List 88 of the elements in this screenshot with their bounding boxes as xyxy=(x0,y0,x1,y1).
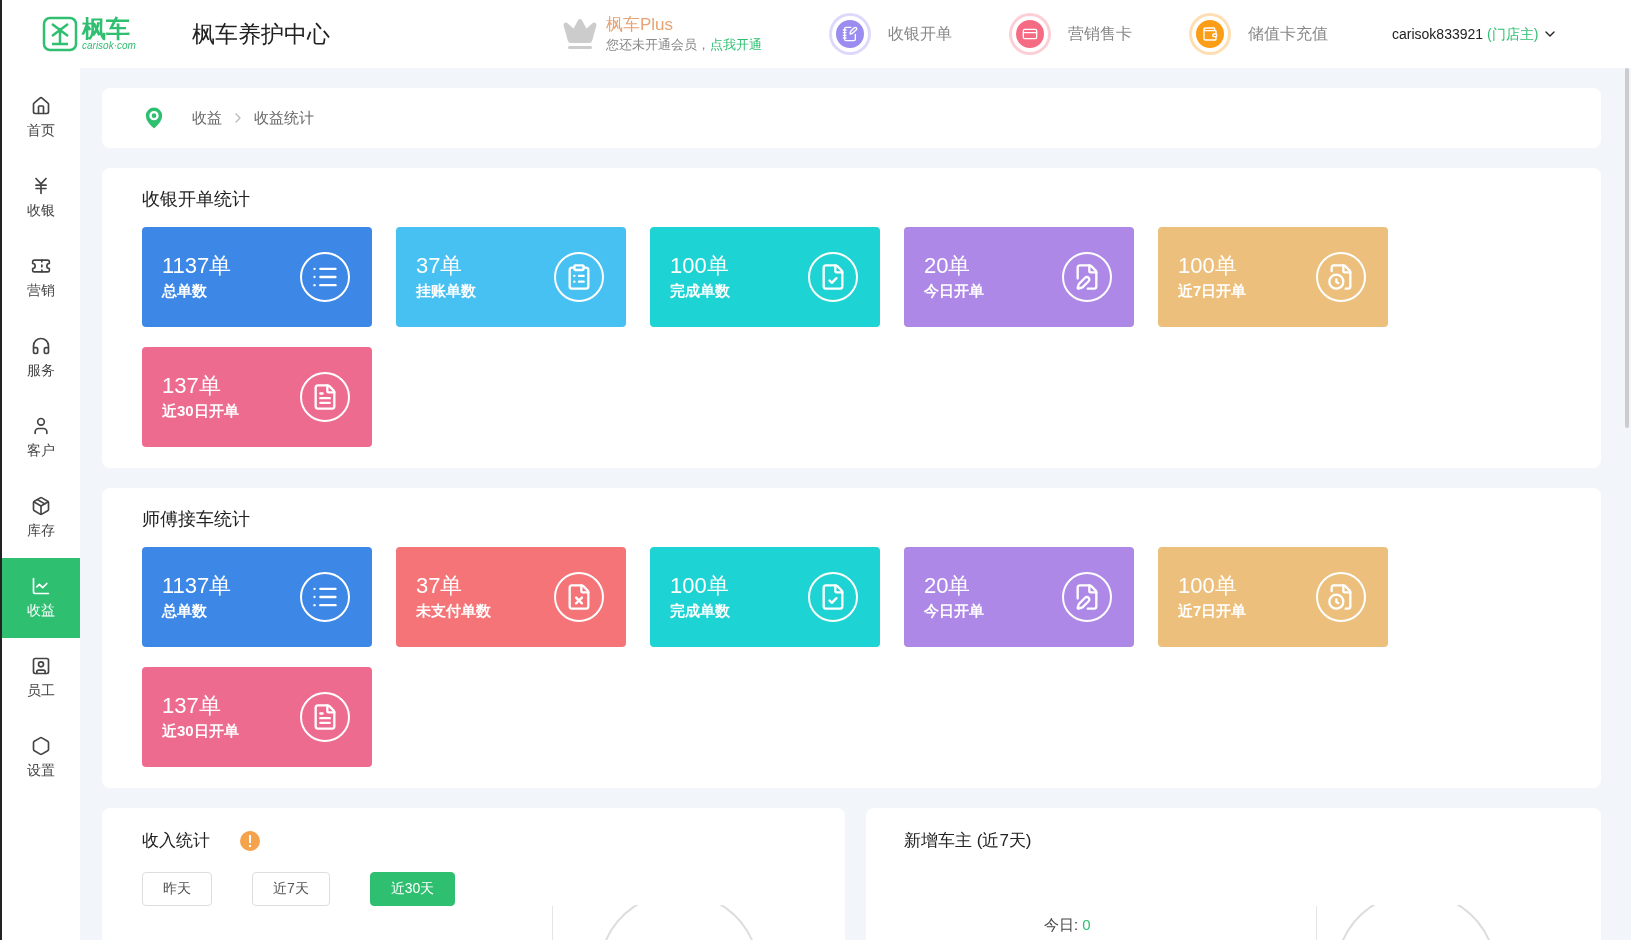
breadcrumb-item: 收益统计 xyxy=(254,107,314,128)
stat-value: 37单 xyxy=(416,572,464,600)
stat-label: 今日开单 xyxy=(924,600,984,621)
document-icon xyxy=(300,692,350,742)
stat-value: 100单 xyxy=(670,252,730,280)
range-button[interactable]: 近7天 xyxy=(252,871,330,906)
sidebar-item[interactable]: 收银 xyxy=(2,158,80,238)
list-icon xyxy=(300,572,350,622)
box-icon xyxy=(31,495,51,516)
stat-value: 20单 xyxy=(924,252,972,280)
stat-label: 总单数 xyxy=(162,280,208,301)
user-icon xyxy=(31,415,51,436)
panel-title: 收银开单统计 xyxy=(142,188,251,211)
quick-action-button[interactable]: 收银开单 xyxy=(832,16,1012,52)
stat-value: 1137单 xyxy=(162,252,232,280)
sidebar-item[interactable]: 库存 xyxy=(2,478,80,558)
stat-label: 完成单数 xyxy=(670,600,730,621)
warning-icon xyxy=(240,830,260,851)
stat-card[interactable]: 1137单 总单数 xyxy=(142,547,372,647)
user-role: (门店主) xyxy=(1487,24,1539,44)
sidebar-item[interactable]: 设置 xyxy=(2,718,80,798)
home-icon xyxy=(31,95,51,116)
stat-value: 100单 xyxy=(1178,252,1238,280)
panel-title: 新增车主 (近7天) xyxy=(904,830,1033,852)
stat-card[interactable]: 100单 完成单数 xyxy=(650,547,880,647)
panel-title: 师傅接车统计 xyxy=(142,508,251,531)
stat-card[interactable]: 137单 近30日开单 xyxy=(142,347,372,447)
person-icon xyxy=(31,655,51,676)
membership-note: 您还未开通会员，点我开通 xyxy=(606,35,762,54)
stat-label: 总单数 xyxy=(162,600,208,621)
plus-title: 枫车Plus xyxy=(606,13,675,35)
document-edit-icon xyxy=(1062,252,1112,302)
stat-value: 100单 xyxy=(1178,572,1238,600)
stat-card[interactable]: 100单 完成单数 xyxy=(650,227,880,327)
sidebar-item[interactable]: 首页 xyxy=(2,78,80,158)
today-label: 今日: xyxy=(1044,914,1079,935)
stat-label: 今日开单 xyxy=(924,280,984,301)
quick-action-button[interactable]: 营销售卡 xyxy=(1012,16,1192,52)
document-clock-icon xyxy=(1316,572,1366,622)
list-icon xyxy=(300,252,350,302)
user-name: carisok833921 xyxy=(1392,24,1484,44)
stat-value: 100单 xyxy=(670,572,730,600)
crown-icon xyxy=(562,16,598,52)
stat-value: 137单 xyxy=(162,692,222,720)
stat-label: 近7日开单 xyxy=(1178,600,1247,621)
sidebar-item[interactable]: 客户 xyxy=(2,398,80,478)
headphones-icon xyxy=(31,335,51,356)
document-cross-icon xyxy=(554,572,604,622)
stat-value: 37单 xyxy=(416,252,464,280)
stat-card[interactable]: 1137单 总单数 xyxy=(142,227,372,327)
stat-label: 近30日开单 xyxy=(162,400,239,421)
windmill-logo-icon xyxy=(42,16,78,52)
line-chart-icon xyxy=(31,575,51,596)
stat-value: 1137单 xyxy=(162,572,232,600)
document-check-icon xyxy=(808,252,858,302)
sidebar-item[interactable]: 员工 xyxy=(2,638,80,718)
sidebar-item[interactable]: 营销 xyxy=(2,238,80,318)
document-edit-icon xyxy=(1062,572,1112,622)
breadcrumb-item[interactable]: 收益 xyxy=(192,106,222,130)
sidebar-item[interactable]: 收益 xyxy=(2,558,80,638)
document-icon xyxy=(300,372,350,422)
quick-action-button[interactable]: 储值卡充值 xyxy=(1192,16,1372,52)
sidebar-item[interactable]: 服务 xyxy=(2,318,80,398)
stat-card[interactable]: 37单 未支付单数 xyxy=(396,547,626,647)
logo-subtext: carisok·com xyxy=(82,41,136,51)
stat-label: 完成单数 xyxy=(670,280,730,301)
clipboard-icon xyxy=(554,252,604,302)
document-check-icon xyxy=(808,572,858,622)
stat-label: 近7日开单 xyxy=(1178,280,1247,301)
activate-link[interactable]: 点我开通 xyxy=(710,36,762,52)
stat-label: 未支付单数 xyxy=(416,600,491,621)
stat-card[interactable]: 20单 今日开单 xyxy=(904,227,1134,327)
logo-text: 枫车 xyxy=(82,17,130,41)
stat-value: 20单 xyxy=(924,572,972,600)
user-menu[interactable]: carisok833921 (门店主) xyxy=(1392,23,1559,45)
stat-value: 137单 xyxy=(162,372,222,400)
stat-card[interactable]: 137单 近30日开单 xyxy=(142,667,372,767)
settings-icon xyxy=(31,735,51,756)
range-button[interactable]: 近30天 xyxy=(369,871,456,906)
panel-title: 收入统计 xyxy=(142,830,210,852)
stat-card[interactable]: 20单 今日开单 xyxy=(904,547,1134,647)
today-value: 0 xyxy=(1082,914,1091,935)
stat-label: 近30日开单 xyxy=(162,720,239,741)
stat-label: 挂账单数 xyxy=(416,280,476,301)
stat-card[interactable]: 37单 挂账单数 xyxy=(396,227,626,327)
app-title: 枫车养护中心 xyxy=(192,19,331,49)
range-button[interactable]: 昨天 xyxy=(142,871,212,906)
document-clock-icon xyxy=(1316,252,1366,302)
